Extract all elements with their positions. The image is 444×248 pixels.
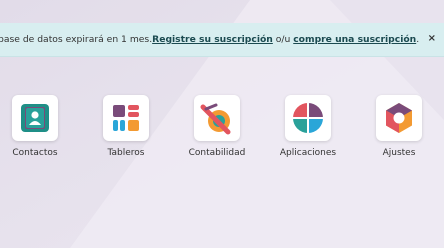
close-icon[interactable]: × — [428, 33, 436, 44]
app-settings[interactable]: Ajustes — [359, 95, 439, 158]
alert-connector: o/u — [272, 34, 294, 45]
app-tile — [376, 95, 422, 141]
app-tile — [285, 95, 331, 141]
app-contacts[interactable]: Contactos — [0, 95, 75, 158]
alert-end: . — [416, 34, 420, 45]
accounting-icon — [200, 103, 231, 135]
apps-icon — [293, 103, 323, 133]
register-subscription-link[interactable]: Registre su suscripción — [152, 34, 273, 45]
app-label: Tableros — [107, 148, 145, 158]
buy-subscription-link[interactable]: compre una suscripción — [293, 34, 416, 45]
app-tile — [12, 95, 58, 141]
alert-text: base de datos expirará en 1 mes. — [0, 34, 153, 45]
app-label: Ajustes — [382, 148, 416, 158]
settings-icon — [386, 103, 412, 133]
app-applications[interactable]: Aplicaciones — [268, 95, 348, 158]
app-dashboards[interactable]: Tableros — [86, 95, 166, 158]
dashboards-icon — [113, 105, 139, 131]
app-label: Aplicaciones — [279, 148, 337, 158]
alert-message: base de datos expirará en 1 mes.Registre… — [0, 34, 419, 45]
app-tile — [194, 95, 240, 141]
app-accounting[interactable]: Contabilidad — [177, 95, 257, 158]
app-label: Contactos — [12, 148, 58, 158]
subscription-alert: base de datos expirará en 1 mes.Registre… — [0, 23, 444, 57]
app-label: Contabilidad — [188, 148, 246, 158]
contacts-icon — [21, 104, 49, 132]
app-tile — [103, 95, 149, 141]
